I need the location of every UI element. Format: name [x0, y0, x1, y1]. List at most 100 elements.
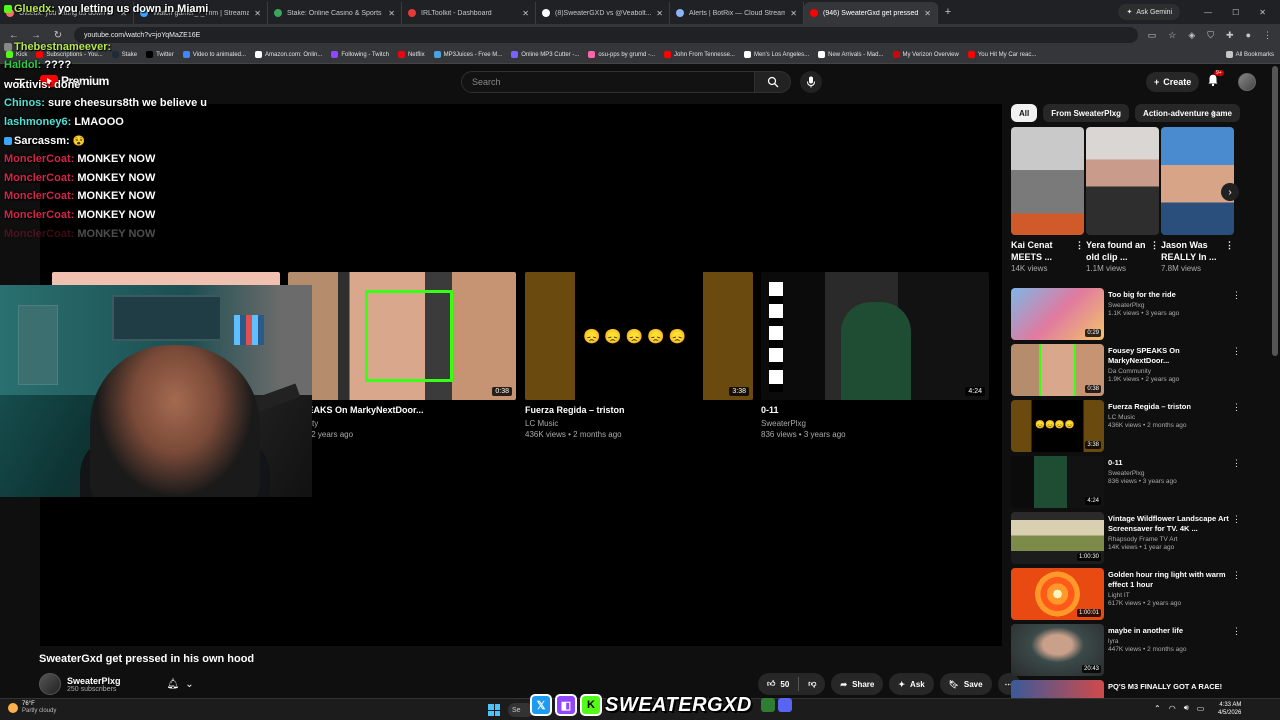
bookmark-item[interactable]: New Arrivals - Mad...: [818, 51, 884, 58]
shield-icon[interactable]: ⛉: [1207, 30, 1214, 41]
kebab-menu-icon[interactable]: ⋮: [1232, 570, 1241, 581]
chevron-right-icon[interactable]: ›: [1212, 107, 1215, 118]
bookmark-item[interactable]: Online MP3 Cutter -...: [511, 51, 579, 58]
maximize-icon[interactable]: ☐: [1232, 8, 1239, 17]
puzzle-icon[interactable]: ✚: [1226, 30, 1234, 41]
bell-icon: 🔔︎: [166, 678, 180, 690]
taskbar-apps: Se: [488, 703, 534, 717]
all-bookmarks-button[interactable]: All Bookmarks: [1225, 51, 1274, 58]
bookmark-item[interactable]: Twitter: [146, 51, 174, 58]
sparkle-icon: ✦: [898, 679, 906, 689]
kebab-menu-icon[interactable]: ⋮: [1075, 239, 1084, 251]
close-tab-icon[interactable]: ✕: [254, 9, 261, 18]
close-window-icon[interactable]: ✕: [1259, 8, 1266, 17]
save-button[interactable]: 🔖︎ Save: [939, 673, 992, 695]
endcard-video[interactable]: 😞😞😞😞😞 3:38 Fuerza Regida – triston LC Mu…: [525, 272, 753, 439]
subscription-bell-button[interactable]: 🔔︎ ⌄: [167, 679, 194, 690]
dislike-button[interactable]: 👎︎: [799, 673, 825, 695]
kebab-menu-icon[interactable]: ⋮: [1150, 239, 1159, 251]
browser-tab[interactable]: Alerts | BotRix — Cloud Stream ✕: [670, 2, 804, 24]
channel-name[interactable]: SweaterPlxg: [67, 676, 121, 686]
recommended-video[interactable]: 0:29 Too big for the ride SweaterPlxg 1.…: [1011, 288, 1241, 340]
short-card[interactable]: Yera found an old clip ... ⋮ 1.1M views: [1086, 127, 1159, 273]
bookmark-item[interactable]: My Verizon Overview: [892, 51, 959, 58]
video-title: Vintage Wildflower Landscape Art Screens…: [1108, 514, 1229, 533]
profile-icon[interactable]: ●: [1246, 30, 1251, 41]
search-input[interactable]: [461, 71, 755, 93]
kebab-menu-icon[interactable]: ⋮: [1232, 346, 1241, 357]
star-icon[interactable]: ☆: [1168, 30, 1176, 41]
bookmark-item[interactable]: Stake: [111, 51, 137, 58]
chip-from-channel[interactable]: From SweaterPlxg: [1043, 104, 1130, 122]
kebab-menu-icon[interactable]: ⋮: [1232, 458, 1241, 469]
short-card[interactable]: Jason Was REALLY In ... ⋮ 7.8M views: [1161, 127, 1234, 273]
account-avatar[interactable]: [1238, 73, 1256, 91]
kebab-menu-icon[interactable]: ⋮: [1232, 514, 1241, 525]
recommended-video[interactable]: 0:38 Fousey SPEAKS On MarkyNextDoor... D…: [1011, 344, 1241, 396]
taskbar-app-icon[interactable]: [760, 698, 775, 712]
wifi-icon[interactable]: ◠: [1169, 704, 1176, 713]
create-button[interactable]: + Create: [1146, 72, 1200, 92]
kebab-menu-icon[interactable]: ⋮: [1232, 626, 1241, 637]
search-button[interactable]: [755, 71, 791, 93]
close-tab-icon[interactable]: ✕: [924, 9, 931, 18]
back-icon[interactable]: ←: [8, 30, 20, 41]
recommended-video[interactable]: PQ'S M3 FINALLY GOT A RACE!: [1011, 680, 1241, 698]
kebab-menu-icon[interactable]: ⋮: [1225, 239, 1234, 251]
volume-icon[interactable]: 🔊︎: [1184, 703, 1189, 713]
close-tab-icon[interactable]: ✕: [388, 9, 395, 18]
share-button[interactable]: ➦ Share: [831, 673, 884, 695]
video-info: Fousey SPEAKS On MarkyNextDoor... Da Com…: [1108, 344, 1241, 396]
endcard-video[interactable]: 0:38 y SPEAKS On MarkyNextDoor... mmunit…: [288, 272, 516, 439]
bookmark-item[interactable]: Men's Los Angeles...: [743, 51, 809, 58]
voice-search-button[interactable]: [800, 71, 822, 93]
browser-tab[interactable]: Stake: Online Casino & Sports Betting ✕: [268, 2, 402, 24]
bookmark-item[interactable]: osu-pps by grumd -...: [588, 51, 655, 58]
discord-icon[interactable]: [777, 698, 792, 712]
shorts-next-button[interactable]: ›: [1221, 183, 1239, 201]
forward-icon[interactable]: →: [30, 30, 42, 41]
ask-button[interactable]: ✦ Ask: [889, 673, 934, 695]
bookmark-item[interactable]: John From Tennesse...: [664, 51, 735, 58]
channel-avatar[interactable]: [39, 673, 61, 695]
cast-icon[interactable]: ▭: [1148, 30, 1157, 41]
short-card[interactable]: Kai Cenat MEETS ... ⋮ 14K views: [1011, 127, 1084, 273]
bookmark-item[interactable]: Video to animated...: [182, 51, 246, 58]
new-tab-button[interactable]: +: [938, 6, 958, 18]
notifications-button[interactable]: 9+: [1206, 70, 1224, 89]
weather-widget[interactable]: 76°F Partly cloudy: [8, 701, 56, 715]
extension-icon[interactable]: ◈: [1188, 30, 1195, 41]
close-tab-icon[interactable]: ✕: [790, 9, 797, 18]
browser-tab[interactable]: IRLToolkit - Dashboard ✕: [402, 2, 536, 24]
endcard-video[interactable]: 4:24 0-11 SweaterPlxg 836 views • 3 year…: [761, 272, 989, 439]
browser-tab[interactable]: (8)SweaterGXD vs @Veabolt... ✕: [536, 2, 670, 24]
chip-category[interactable]: Action-adventure game: [1135, 104, 1240, 122]
bookmark-item[interactable]: You Hit My Car reac...: [967, 51, 1036, 58]
recommended-video[interactable]: 😞😞😞😞 3:38 Fuerza Regida – triston LC Musi…: [1011, 400, 1241, 452]
windows-start-icon[interactable]: [488, 704, 500, 716]
bookmark-item[interactable]: Amazon.com: Onlin...: [255, 51, 322, 58]
reload-icon[interactable]: ↻: [52, 30, 64, 41]
system-clock[interactable]: 4:33 AM 4/5/2026: [1218, 701, 1241, 717]
bookmark-item[interactable]: Following - Twitch: [331, 51, 389, 58]
recommended-video[interactable]: 1:00:30 Vintage Wildflower Landscape Art…: [1011, 512, 1241, 564]
kebab-menu-icon[interactable]: ⋮: [1232, 402, 1241, 413]
close-tab-icon[interactable]: ✕: [656, 9, 663, 18]
close-tab-icon[interactable]: ✕: [522, 9, 529, 18]
recommended-video[interactable]: 4:24 0-11 SweaterPlxg 836 views • 3 year…: [1011, 456, 1241, 508]
bookmark-item[interactable]: MP3Juices - Free M...: [433, 51, 502, 58]
chevron-up-icon[interactable]: ⌃: [1154, 704, 1161, 713]
chat-text: MONKEY NOW: [77, 209, 156, 221]
browser-tab-active[interactable]: (946) SweaterGxd get pressed in ✕: [804, 2, 938, 24]
battery-icon[interactable]: ▭: [1197, 704, 1205, 713]
bookmark-item[interactable]: Netflix: [397, 51, 425, 58]
ask-gemini-button[interactable]: ✦ Ask Gemini: [1118, 4, 1181, 20]
recommended-video[interactable]: 20:43 maybe in another life lyra 447K vi…: [1011, 624, 1241, 676]
chip-all[interactable]: All: [1011, 104, 1038, 122]
recommended-video[interactable]: 1:00:01 Golden hour ring light with warm…: [1011, 568, 1241, 620]
kebab-menu-icon[interactable]: ⋮: [1232, 290, 1241, 301]
url-field[interactable]: youtube.com/watch?v=joYqMaZE16E: [74, 27, 1138, 43]
page-scrollbar[interactable]: [1272, 66, 1278, 356]
kebab-menu-icon[interactable]: ⋮: [1263, 30, 1272, 41]
minimize-icon[interactable]: —: [1204, 8, 1212, 17]
